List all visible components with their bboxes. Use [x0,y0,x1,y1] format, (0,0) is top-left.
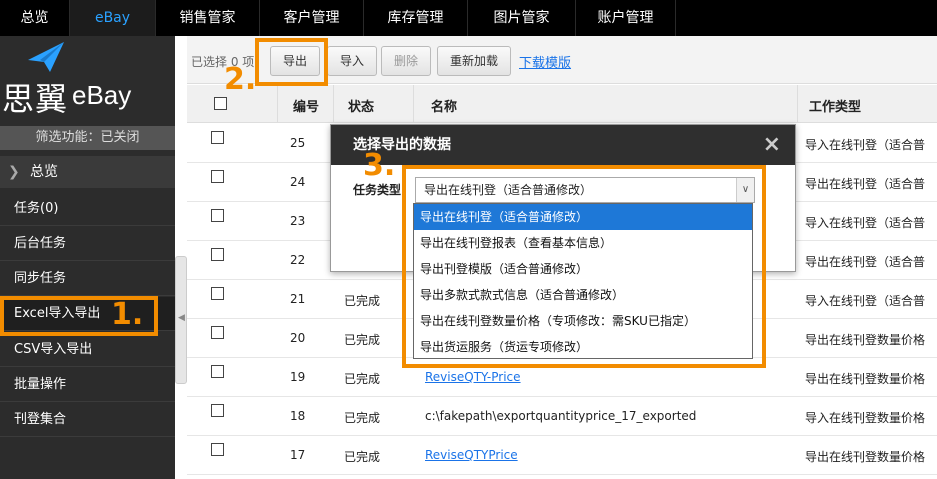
header-number: 编号 [293,100,320,115]
nav-account[interactable]: 账户管理 [576,0,676,36]
row-number: 19 [290,370,306,384]
step1-label: 1. [111,297,144,332]
header-status: 状态 [348,100,375,115]
delete-button[interactable]: 删除 [381,46,432,76]
row-checkbox[interactable] [211,326,224,339]
nav-images[interactable]: 图片管家 [468,0,576,36]
sidebar-item-sync-tasks[interactable]: 同步任务 [0,262,175,296]
row-status: 已完成 [344,333,381,347]
row-checkbox[interactable] [211,170,224,183]
row-job-type: 导出在线刊登（适合普 [805,255,926,269]
select-all-checkbox[interactable] [214,97,227,110]
row-job-type: 导出在线刊登数量价格 [805,372,926,386]
row-number: 18 [290,409,306,423]
row-job-type: 导出在线刊登（适合普 [805,177,926,191]
filter-status[interactable]: 筛选功能：已关闭 [0,126,175,150]
row-job-type: 导出在线刊登数量价格 [805,333,926,347]
row-checkbox[interactable] [211,443,224,456]
row-checkbox[interactable] [211,404,224,417]
row-checkbox[interactable] [211,248,224,261]
sidebar-item-tasks[interactable]: 任务(0) [0,192,175,226]
sidebar-overview-label: 总览 [30,164,58,180]
nav-customers[interactable]: 客户管理 [260,0,364,36]
sidebar-item-listing-collection[interactable]: 刊登集合 [0,403,175,437]
row-job-type: 导入在线刊登（适合普 [805,138,926,152]
logo-text: 思翼 [2,80,69,118]
close-icon[interactable]: × [763,125,781,165]
step2-label: 2. [224,62,257,97]
row-checkbox[interactable] [211,287,224,300]
logo: 思翼 eBay [0,36,175,120]
sidebar-collapse-handle[interactable]: ◀ [175,256,187,384]
row-status: 已完成 [344,372,381,386]
row-job-type: 导入在线刊登（适合普 [805,216,926,230]
paper-plane-icon [28,42,64,72]
nav-sales[interactable]: 销售管家 [156,0,260,36]
row-status: 已完成 [344,411,381,425]
row-name-link[interactable]: ReviseQTY-Price [425,370,521,384]
reload-button[interactable]: 重新加载 [437,46,512,76]
sidebar-item-csv-import-export[interactable]: CSV导入导出 [0,333,175,367]
row-status: 已完成 [344,294,381,308]
row-number: 21 [290,292,306,306]
nav-inventory[interactable]: 库存管理 [364,0,468,36]
import-button[interactable]: 导入 [327,46,378,76]
row-checkbox[interactable] [211,131,224,144]
row-job-type: 导入在线刊登数量价格 [805,411,926,425]
row-job-type: 导入在线刊登（适合普 [805,294,926,308]
row-number: 24 [290,175,306,189]
row-number: 23 [290,214,306,228]
highlight-box-step3 [402,165,766,368]
step3-label: 3. [363,148,396,183]
row-job-type: 导出在线刊登数量价格 [805,450,926,464]
top-nav: 总览 eBay 销售管家 客户管理 库存管理 图片管家 账户管理 [0,0,937,36]
chevron-right-icon: ❯ [8,164,20,180]
nav-overview[interactable]: 总览 [0,0,70,36]
header-job-type: 工作类型 [809,100,862,115]
dialog-header: 选择导出的数据 × [331,125,795,165]
row-status: 已完成 [344,450,381,464]
table-header: 编号 状态 名称 工作类型 [187,85,937,123]
download-template-link[interactable]: 下载模版 [519,52,571,71]
row-number: 25 [290,136,306,150]
sidebar-item-background-tasks[interactable]: 后台任务 [0,227,175,261]
row-checkbox[interactable] [211,209,224,222]
chevron-left-icon: ◀ [178,313,185,323]
sidebar-item-batch-operations[interactable]: 批量操作 [0,368,175,402]
nav-ebay[interactable]: eBay [70,0,156,36]
table-row[interactable]: 18 已完成 c:\fakepath\exportquantityprice_1… [187,397,937,436]
table-row[interactable]: 17 已完成 ReviseQTYPrice 导出在线刊登数量价格 [187,436,937,475]
row-name: c:\fakepath\exportquantityprice_17_expor… [425,409,697,423]
row-name-link[interactable]: ReviseQTYPrice [425,448,518,462]
task-type-label: 任务类型 [353,183,402,197]
logo-brand: eBay [72,80,132,110]
sidebar-overview[interactable]: ❯ 总览 [0,156,175,188]
header-name: 名称 [431,100,458,115]
sidebar: 思翼 eBay 筛选功能：已关闭 ❯ 总览 任务(0) 后台任务 同步任务 Ex… [0,36,175,479]
row-number: 22 [290,253,306,267]
row-number: 17 [290,448,306,462]
highlight-box-step2 [255,38,328,86]
row-number: 20 [290,331,306,345]
row-checkbox[interactable] [211,365,224,378]
